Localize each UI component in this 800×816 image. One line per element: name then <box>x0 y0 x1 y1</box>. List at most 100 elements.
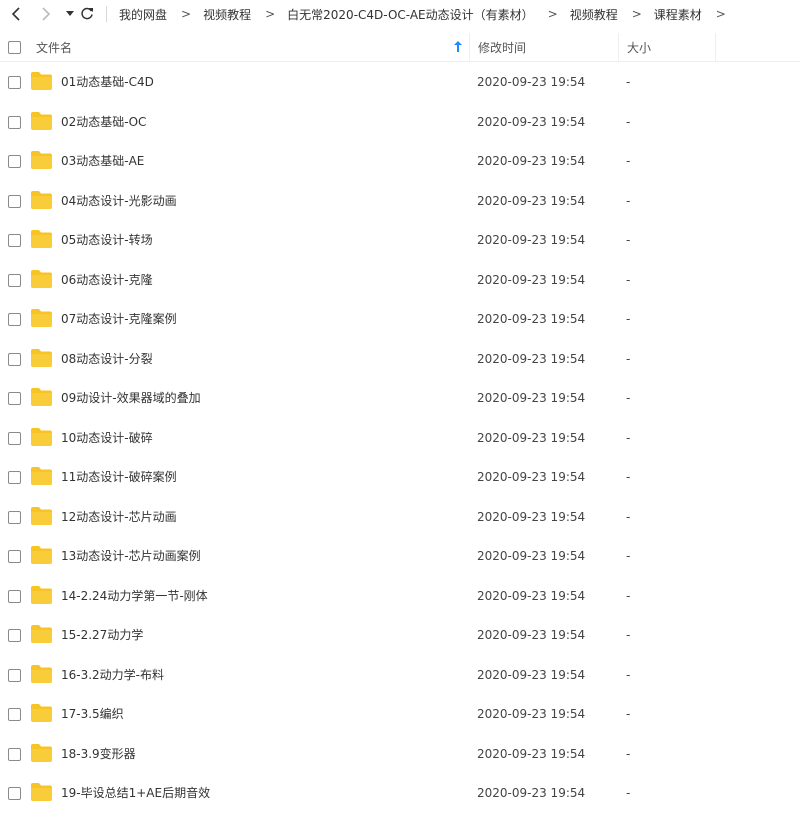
folder-icon <box>31 783 52 801</box>
file-name[interactable]: 08动态设计-分裂 <box>61 340 153 380</box>
file-name[interactable]: 14-2.24动力学第一节-刚体 <box>61 577 208 617</box>
file-name[interactable]: 03动态基础-AE <box>61 142 144 182</box>
row-checkbox[interactable] <box>8 510 21 524</box>
breadcrumb-item-current[interactable]: 课程素材 <box>654 6 702 23</box>
file-name[interactable]: 17-3.5编织 <box>61 695 124 735</box>
folder-icon <box>31 467 52 485</box>
row-checkbox[interactable] <box>8 392 21 405</box>
table-row[interactable]: 04动态设计-光影动画 2020-09-23 19:54 - <box>0 182 800 222</box>
breadcrumb-item[interactable]: 白无常2020-C4D-OC-AE动态设计（有素材） <box>287 6 533 23</box>
file-name[interactable]: 06动态设计-克隆 <box>61 261 153 301</box>
row-checkbox[interactable] <box>8 234 21 247</box>
file-size: - <box>626 312 631 326</box>
table-row[interactable]: 11动态设计-破碎案例 2020-09-23 19:54 - <box>0 458 800 498</box>
column-header-size[interactable]: 大小 <box>618 33 716 62</box>
table-row[interactable]: 06动态设计-克隆 2020-09-23 19:54 - <box>0 261 800 301</box>
row-checkbox[interactable] <box>8 115 21 129</box>
modified-time: 2020-09-23 19:54 <box>477 470 586 484</box>
file-name[interactable]: 10动态设计-破碎 <box>61 419 153 459</box>
row-checkbox[interactable] <box>8 194 21 208</box>
table-row[interactable]: 13动态设计-芯片动画案例 2020-09-23 19:54 - <box>0 537 800 577</box>
file-name[interactable]: 13动态设计-芯片动画案例 <box>61 537 201 577</box>
table-row[interactable]: 09动设计-效果器域的叠加 2020-09-23 19:54 - <box>0 379 800 419</box>
table-row[interactable]: 14-2.24动力学第一节-刚体 2020-09-23 19:54 - <box>0 577 800 617</box>
row-checkbox[interactable] <box>8 550 21 563</box>
breadcrumb-item[interactable]: 视频教程 <box>570 6 618 23</box>
column-header-time[interactable]: 修改时间 <box>469 33 617 62</box>
table-row[interactable]: 01动态基础-C4D 2020-09-23 19:54 - <box>0 63 800 103</box>
file-size: - <box>626 114 631 129</box>
table-row[interactable]: 03动态基础-AE 2020-09-23 19:54 - <box>0 142 800 182</box>
folder-icon <box>31 388 52 406</box>
folder-icon <box>31 269 52 288</box>
back-button[interactable] <box>5 3 27 25</box>
table-row[interactable]: 12动态设计-芯片动画 2020-09-23 19:54 - <box>0 498 800 538</box>
column-header-name[interactable]: 文件名 <box>36 33 468 62</box>
file-name[interactable]: 02动态基础-OC <box>61 103 146 143</box>
file-size: - <box>626 430 631 445</box>
file-name[interactable]: 11动态设计-破碎案例 <box>61 458 177 498</box>
folder-icon <box>31 743 52 762</box>
table-row[interactable]: 10动态设计-破碎 2020-09-23 19:54 - <box>0 419 800 459</box>
file-size: - <box>626 470 631 484</box>
row-checkbox[interactable] <box>8 273 21 287</box>
row-checkbox[interactable] <box>8 629 21 642</box>
breadcrumb-item[interactable]: 我的网盘 <box>119 6 167 23</box>
modified-time: 2020-09-23 19:54 <box>477 312 586 326</box>
row-checkbox[interactable] <box>8 352 21 366</box>
table-row[interactable]: 17-3.5编织 2020-09-23 19:54 - <box>0 695 800 735</box>
file-size: - <box>626 75 631 89</box>
row-checkbox[interactable] <box>8 76 21 89</box>
modified-time: 2020-09-23 19:54 <box>477 588 586 603</box>
file-size: - <box>626 272 631 287</box>
file-name[interactable]: 04动态设计-光影动画 <box>61 182 177 222</box>
row-checkbox[interactable] <box>8 708 21 721</box>
row-checkbox[interactable] <box>8 668 21 682</box>
select-all-checkbox[interactable] <box>8 41 21 54</box>
modified-time: 2020-09-23 19:54 <box>477 75 586 89</box>
history-dropdown-button[interactable] <box>64 3 76 25</box>
file-name[interactable]: 01动态基础-C4D <box>61 63 154 103</box>
row-checkbox[interactable] <box>8 431 21 445</box>
column-header-name-label: 文件名 <box>36 41 73 55</box>
file-name[interactable]: 19-毕设总结1+AE后期音效 <box>61 774 210 814</box>
forward-button[interactable] <box>35 3 57 25</box>
file-size: - <box>626 233 631 247</box>
refresh-button[interactable] <box>76 3 98 25</box>
file-size: - <box>626 391 631 405</box>
table-row[interactable]: 16-3.2动力学-布料 2020-09-23 19:54 - <box>0 656 800 696</box>
folder-icon <box>31 348 52 367</box>
breadcrumb-separator: > <box>547 7 558 21</box>
modified-time: 2020-09-23 19:54 <box>477 193 586 208</box>
table-row[interactable]: 08动态设计-分裂 2020-09-23 19:54 - <box>0 340 800 380</box>
table-row[interactable]: 02动态基础-OC 2020-09-23 19:54 - <box>0 103 800 143</box>
breadcrumb-item[interactable]: 视频教程 <box>203 6 251 23</box>
row-checkbox[interactable] <box>8 589 21 603</box>
file-size: - <box>626 509 631 524</box>
modified-time: 2020-09-23 19:54 <box>477 233 586 247</box>
file-name[interactable]: 05动态设计-转场 <box>61 221 153 261</box>
table-row[interactable]: 05动态设计-转场 2020-09-23 19:54 - <box>0 221 800 261</box>
chevron-right-icon <box>42 7 51 21</box>
file-name[interactable]: 15-2.27动力学 <box>61 616 143 656</box>
file-name[interactable]: 16-3.2动力学-布料 <box>61 656 164 696</box>
table-row[interactable]: 18-3.9变形器 2020-09-23 19:54 - <box>0 735 800 775</box>
folder-icon <box>31 664 52 683</box>
table-row[interactable]: 19-毕设总结1+AE后期音效 2020-09-23 19:54 - <box>0 774 800 814</box>
row-checkbox[interactable] <box>8 471 21 484</box>
table-row[interactable]: 15-2.27动力学 2020-09-23 19:54 - <box>0 616 800 656</box>
file-name[interactable]: 12动态设计-芯片动画 <box>61 498 177 538</box>
row-checkbox[interactable] <box>8 747 21 761</box>
table-row[interactable]: 07动态设计-克隆案例 2020-09-23 19:54 - <box>0 300 800 340</box>
row-checkbox[interactable] <box>8 787 21 800</box>
file-size: - <box>626 628 631 642</box>
toolbar: 我的网盘 > 视频教程 > 白无常2020-C4D-OC-AE动态设计（有素材）… <box>0 0 800 28</box>
file-name[interactable]: 07动态设计-克隆案例 <box>61 300 177 340</box>
row-checkbox[interactable] <box>8 313 21 326</box>
row-checkbox[interactable] <box>8 155 21 168</box>
file-name[interactable]: 09动设计-效果器域的叠加 <box>61 379 201 419</box>
modified-time: 2020-09-23 19:54 <box>477 707 586 721</box>
file-name[interactable]: 18-3.9变形器 <box>61 735 136 775</box>
file-size: - <box>626 707 631 721</box>
breadcrumb-separator: > <box>715 7 726 21</box>
